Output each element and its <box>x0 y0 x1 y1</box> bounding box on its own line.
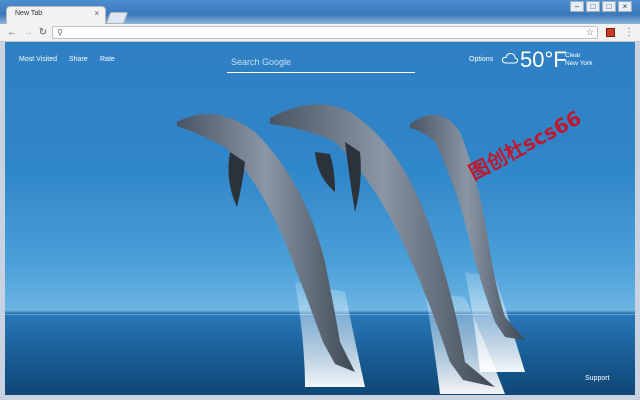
search-icon: ⚲ <box>57 28 63 37</box>
restore-button[interactable]: □ <box>602 1 616 12</box>
omnibox[interactable]: ⚲ ☆ <box>52 26 598 39</box>
rate-link[interactable]: Rate <box>100 56 115 63</box>
close-window-button[interactable]: × <box>618 1 632 12</box>
extension-icon[interactable] <box>606 28 615 37</box>
tab-strip: New Tab × – □ □ × <box>0 0 640 24</box>
dolphins-image <box>177 104 525 394</box>
new-tab-button[interactable] <box>105 12 129 24</box>
weather-location: New York <box>565 60 593 67</box>
back-icon[interactable]: ← <box>6 27 18 39</box>
search-input[interactable] <box>227 52 415 73</box>
minimize-button[interactable]: – <box>570 1 584 12</box>
weather-condition: Clear <box>565 52 581 59</box>
forward-icon[interactable]: → <box>22 27 34 39</box>
options-link[interactable]: Options <box>469 56 493 63</box>
share-link[interactable]: Share <box>69 56 88 63</box>
support-link[interactable]: Support <box>585 375 610 382</box>
tab-new-tab[interactable]: New Tab × <box>6 6 106 24</box>
new-tab-page: Most Visited Share Rate Options 50°F Cle… <box>5 42 635 395</box>
bookmark-star-icon[interactable]: ☆ <box>586 27 594 38</box>
temperature: 50°F <box>520 47 567 72</box>
browser-toolbar: ← → ↻ ⚲ ☆ ⋮ <box>0 24 640 42</box>
google-search <box>227 52 415 74</box>
tab-title: New Tab <box>15 10 43 17</box>
cloud-icon <box>502 52 518 64</box>
maximize-button[interactable]: □ <box>586 1 600 12</box>
address-input[interactable] <box>67 27 567 38</box>
tab-close-icon[interactable]: × <box>94 9 99 18</box>
menu-icon[interactable]: ⋮ <box>624 27 634 38</box>
reload-icon[interactable]: ↻ <box>37 27 49 39</box>
most-visited-link[interactable]: Most Visited <box>19 56 57 63</box>
